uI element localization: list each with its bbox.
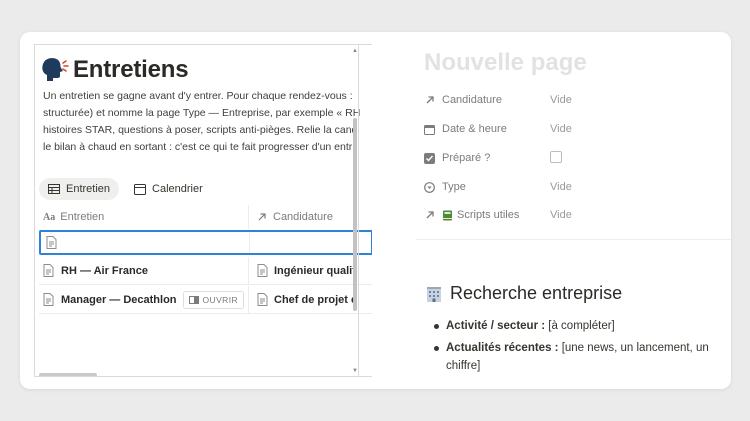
table-row[interactable]: RH — Air France Ingénieur qualit [39, 257, 372, 285]
list-item[interactable]: Actualités récentes : [une news, un lanc… [430, 339, 730, 375]
new-row-input[interactable] [39, 230, 372, 255]
tab-entretien[interactable]: Entretien [39, 178, 120, 200]
bullet-text: [à compléter] [545, 320, 615, 332]
property-scripts-utiles[interactable]: Scripts utiles Vide [423, 205, 572, 225]
new-page-title[interactable]: Nouvelle page [424, 49, 587, 77]
description-line: structurée) et nomme la page Type — Entr… [43, 107, 361, 119]
text-property-icon: Aa [43, 211, 56, 223]
pane-divider [358, 44, 359, 377]
cell-candidature[interactable]: Ingénieur qualit [249, 264, 356, 277]
page-title: Entretiens [73, 56, 189, 83]
section-heading: Recherche entreprise [425, 283, 622, 304]
prepare-checkbox[interactable] [550, 151, 562, 163]
property-value[interactable]: Vide [550, 181, 572, 193]
document-icon [43, 264, 54, 277]
open-panel-icon [188, 296, 199, 304]
green-book-icon [443, 210, 452, 220]
page-description: Un entretien se gagne avant d'y entrer. … [43, 88, 372, 156]
row-title: RH — Air France [61, 264, 149, 277]
checkbox-icon [423, 152, 436, 165]
table-header: Aa Entretien Candidature [39, 205, 372, 229]
open-button[interactable]: OUVRIR [182, 291, 244, 309]
property-value[interactable]: Vide [550, 94, 572, 106]
select-icon [423, 181, 436, 194]
document-icon [46, 236, 57, 249]
scroll-up-icon[interactable]: ▲ [352, 48, 358, 54]
view-tabs: Entretien Calendrier [39, 178, 212, 200]
row-title: Manager — Decathlon [61, 293, 177, 306]
bullet-label: Activité / secteur : [446, 320, 546, 332]
bullet-list: Activité / secteur : [à compléter] Actua… [430, 317, 730, 379]
property-label: Date & heure [442, 123, 507, 135]
document-icon [43, 293, 54, 306]
open-button-label: OUVRIR [202, 295, 238, 305]
document-icon [257, 293, 268, 306]
property-value[interactable]: Vide [550, 123, 572, 135]
property-label: Candidature [442, 94, 502, 106]
property-prepare[interactable]: Préparé ? [423, 148, 562, 168]
relation-arrow-icon [258, 213, 266, 221]
column-header-candidature[interactable]: Candidature [249, 211, 333, 223]
property-date-heure[interactable]: Date & heure Vide [423, 119, 572, 139]
column-header-entretien[interactable]: Aa Entretien [39, 205, 249, 229]
relation-arrow-icon [423, 94, 436, 107]
calendar-icon [134, 184, 147, 195]
document-icon [257, 264, 268, 277]
tab-calendrier[interactable]: Calendrier [125, 178, 212, 200]
property-label: Préparé ? [442, 152, 491, 164]
table-icon [48, 184, 60, 194]
calendar-icon [423, 123, 436, 136]
page-header: Entretiens [39, 55, 189, 85]
property-type[interactable]: Type Vide [423, 177, 572, 197]
cell-entretien[interactable]: Manager — Decathlon OUVRIR [39, 286, 249, 313]
description-line: le bilan à chaud en sortant : c'est ce q… [43, 141, 353, 153]
divider [416, 239, 731, 240]
description-line: histoires STAR, questions à poser, scrip… [43, 124, 360, 136]
page-peek-pane: Nouvelle page Candidature Vide Date & he… [360, 32, 731, 389]
list-item[interactable]: Activité / secteur : [à compléter] [430, 317, 730, 335]
relation-value: Ingénieur qualit [274, 264, 356, 277]
property-label: Type [442, 181, 466, 193]
description-line: Un entretien se gagne avant d'y entrer. … [43, 90, 353, 102]
horizontal-scrollbar[interactable] [39, 373, 97, 376]
column-label: Candidature [273, 211, 333, 223]
bullet-label: Actualités récentes : [446, 342, 559, 354]
column-label: Entretien [60, 211, 105, 223]
tab-label: Calendrier [152, 183, 203, 195]
cell-entretien[interactable]: RH — Air France [39, 257, 249, 284]
cell-divider [249, 232, 250, 253]
relation-arrow-icon [423, 209, 436, 222]
property-candidature[interactable]: Candidature Vide [423, 90, 572, 110]
vertical-scrollbar[interactable] [353, 118, 357, 311]
scroll-down-icon[interactable]: ▼ [352, 368, 358, 374]
cell-candidature[interactable]: Chef de projet c [249, 293, 357, 306]
relation-value: Chef de projet c [274, 293, 358, 306]
property-label: Scripts utiles [457, 209, 520, 221]
speaking-head-icon [39, 55, 69, 85]
table-row[interactable]: Manager — Decathlon OUVRIR Chef de proje… [39, 286, 372, 314]
section-title: Recherche entreprise [450, 283, 623, 303]
database-pane: Entretiens Un entretien se gagne avant d… [34, 44, 372, 377]
property-value[interactable]: Vide [550, 209, 572, 221]
window-card: Entretiens Un entretien se gagne avant d… [20, 32, 731, 389]
office-building-icon [427, 286, 441, 302]
tab-label: Entretien [66, 183, 111, 195]
